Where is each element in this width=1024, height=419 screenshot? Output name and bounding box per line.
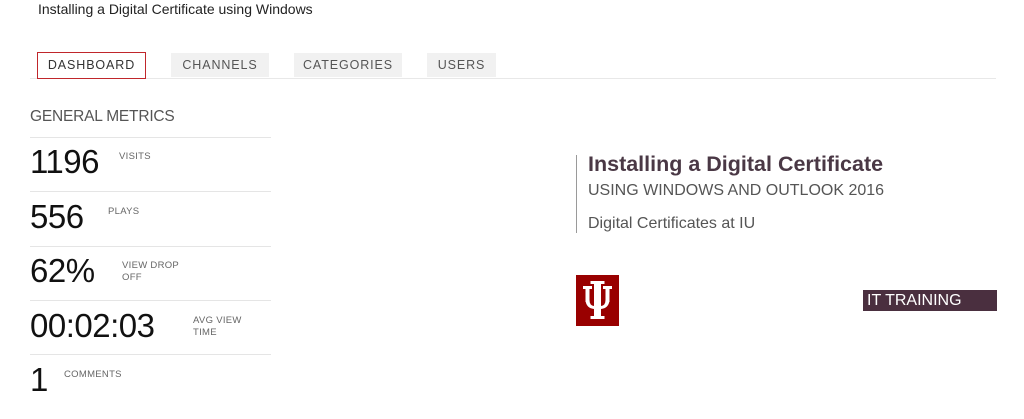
thumbnail-subtitle: USING WINDOWS AND OUTLOOK 2016 [588, 182, 885, 199]
page-title: Installing a Digital Certificate using W… [38, 1, 313, 17]
metric-comments-value: 1 [30, 361, 48, 398]
video-thumbnail[interactable]: Installing a Digital Certificate USING W… [560, 135, 1000, 345]
metric-comments-label: COMMENTS [64, 369, 122, 380]
tab-channels[interactable]: CHANNELS [171, 53, 269, 77]
metric-visits-label: VISITS [119, 151, 151, 162]
thumbnail-title: Installing a Digital Certificate [588, 152, 884, 176]
metric-visits-value: 1196 [30, 143, 99, 180]
metric-avg-view-time-value: 00:02:03 [30, 307, 155, 344]
metric-divider [30, 246, 271, 247]
iu-trident-logo-icon [576, 275, 619, 326]
tab-bar: DASHBOARD CHANNELS CATEGORIES USERS [30, 52, 996, 79]
metric-plays-value: 556 [30, 198, 84, 235]
metric-plays-label: PLAYS [108, 206, 140, 217]
thumbnail-series: Digital Certificates at IU [588, 215, 756, 232]
metric-view-drop-off-value: 62% [30, 252, 95, 289]
metric-divider [30, 191, 271, 192]
tab-categories[interactable]: CATEGORIES [294, 53, 402, 77]
tab-dashboard[interactable]: DASHBOARD [37, 52, 146, 79]
metric-divider [30, 300, 271, 301]
metric-divider [30, 354, 271, 355]
it-training-badge: IT TRAINING [863, 290, 997, 311]
metric-divider [30, 137, 271, 138]
thumbnail-divider [576, 155, 577, 233]
tab-users[interactable]: USERS [427, 53, 496, 77]
metric-view-drop-off-label: VIEW DROP OFF [122, 260, 179, 283]
metric-avg-view-time-label: AVG VIEW TIME [193, 315, 242, 338]
metrics-heading: GENERAL METRICS [30, 108, 175, 125]
